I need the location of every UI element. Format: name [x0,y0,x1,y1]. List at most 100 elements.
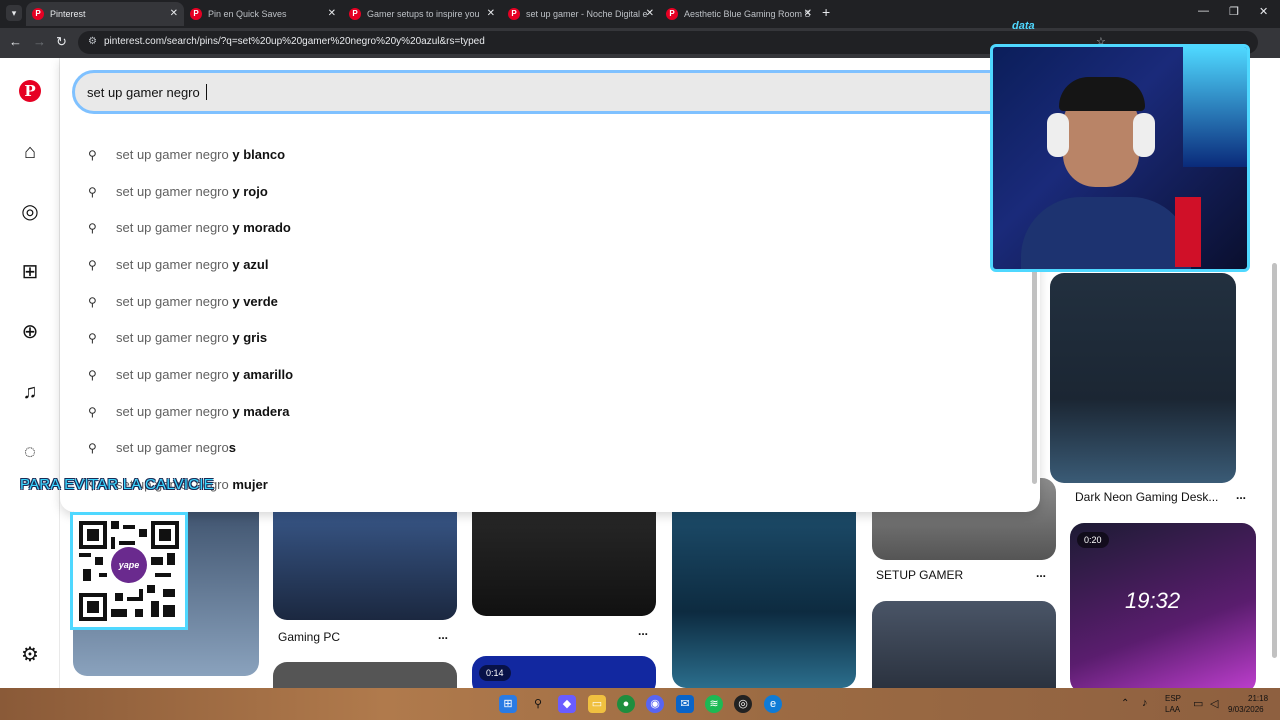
suggestion-item[interactable]: ⚲ set up gamer negro y morado [84,213,984,243]
obs-icon[interactable]: ◎ [734,695,752,713]
explore-icon[interactable]: ◎ [18,200,42,224]
suggestion-item[interactable]: ⚲ set up gamer negro y rojo [84,177,984,207]
forward-icon[interactable]: → [33,34,46,49]
tab-search-button[interactable]: ▾ [6,5,22,21]
copilot-icon[interactable]: ◆ [558,695,576,713]
headphone-right [1133,113,1155,157]
messages-icon[interactable]: ◌ [18,440,42,464]
create-icon[interactable]: ⊕ [18,320,42,344]
search-suggestions-dropdown: ⚲ set up gamer negro y blanco ⚲ set up g… [60,58,1040,512]
suggestion-item[interactable]: ⚲ set up gamer negro y gris [84,323,984,353]
search-icon: ⚲ [88,221,97,235]
mail-icon[interactable]: ✉ [676,695,694,713]
search-icon: ⚲ [88,368,97,382]
pin-title-setup-gamer[interactable]: SETUP GAMER [876,568,963,582]
tab-quick-saves[interactable]: P Pin en Quick Saves ✕ [184,2,342,26]
close-icon[interactable]: ✕ [487,2,495,26]
new-tab-button[interactable]: + [822,4,830,20]
notifications-bell-icon[interactable]: ♫ [18,380,42,404]
suggestion-item[interactable]: ⚲ set up gamer negro y blanco [84,140,984,170]
pin-image-dark-neon[interactable] [1050,273,1236,483]
tab-label: Aesthetic Blue Gaming Room S [684,9,811,19]
pin-more-button[interactable]: ... [1236,488,1246,502]
tab-set-up-gamer[interactable]: P set up gamer - Noche Digital e ✕ [502,2,660,26]
pin-image-blue-room[interactable] [672,498,856,688]
pinterest-favicon-icon: P [349,8,361,20]
home-icon[interactable]: ⌂ [18,140,42,164]
webcam-person-body [1021,197,1191,269]
tray-chevron-icon[interactable]: ⌃ [1121,698,1129,709]
search-input[interactable] [72,70,1012,114]
site-info-icon[interactable]: ⚙ [88,36,97,47]
suggestion-item[interactable]: ⚲ set up gamer negro y verde [84,287,984,317]
settings-gear-icon[interactable]: ⚙ [18,643,42,667]
suggestion-item[interactable]: ⚲ set up gamer negro y amarillo [84,360,984,390]
search-icon: ⚲ [88,441,97,455]
suggestion-item[interactable]: ⚲ set up gamer negros [84,433,984,463]
microphone-icon[interactable]: ♪ [1142,697,1148,709]
file-explorer-icon[interactable]: ▭ [588,695,606,713]
close-icon[interactable]: ✕ [170,2,178,26]
yape-logo: yape [111,547,147,583]
close-icon[interactable]: ✕ [646,2,654,26]
video-duration-badge: 0:14 [479,665,511,681]
boards-icon[interactable]: ⊞ [18,260,42,284]
suggestion-base: set up gamer negro [116,147,229,162]
page-scrollbar[interactable] [1272,263,1277,658]
minimize-icon[interactable]: — [1198,5,1209,17]
suggestion-item[interactable]: ⚲ set up gamer negro mujer [84,470,984,500]
pin-more-button[interactable]: ... [1036,566,1046,580]
pinterest-favicon-icon: P [508,8,520,20]
reload-icon[interactable]: ↻ [56,34,67,50]
clock-time[interactable]: 21:18 [1248,694,1268,703]
spotify-icon[interactable]: ≋ [705,695,723,713]
suggestion-base: set up gamer negro [116,294,229,309]
webcam-person-hair [1059,77,1145,111]
restore-icon[interactable]: ❐ [1229,5,1239,18]
network-icon[interactable]: ▭ [1193,697,1203,710]
pin-more-button[interactable]: ... [438,628,448,642]
webcam-overlay [990,44,1250,272]
taskbar-search-icon[interactable]: ⚲ [529,695,547,713]
left-nav-sidebar: P ⌂ ◎ ⊞ ⊕ ♫ ◌ ⚙ [0,58,60,688]
suggestion-completion: y amarillo [232,367,294,382]
tab-gamer-setups[interactable]: P Gamer setups to inspire you ✕ [343,2,501,26]
windows-taskbar: ⊞ ⚲ ◆ ▭ ● ◉ ✉ ≋ ◎ e ⌃ ♪ ESP LAA ▭ ◁ 21:1… [0,688,1280,720]
close-icon[interactable]: ✕ [328,2,336,26]
windows-start-icon[interactable]: ⊞ [499,695,517,713]
suggestion-base: set up gamer negro [116,184,229,199]
pin-title-dark-neon[interactable]: Dark Neon Gaming Desk... [1075,490,1218,504]
back-icon[interactable]: ← [9,34,22,49]
pin-title-gaming-pc[interactable]: Gaming PC [278,630,340,644]
search-icon: ⚲ [88,258,97,272]
pin-image-gaming-pc[interactable] [273,498,457,620]
tab-label: Pinterest [50,9,86,19]
webcam-red-light [1175,197,1201,267]
tab-aesthetic-blue[interactable]: P Aesthetic Blue Gaming Room S ✕ [660,2,818,26]
language-top[interactable]: ESP [1165,694,1181,703]
discord-icon[interactable]: ◉ [646,695,664,713]
pin-image-dark-desk[interactable] [472,498,656,616]
suggestion-item[interactable]: ⚲ set up gamer negro y azul [84,250,984,280]
pinterest-logo-icon[interactable]: P [19,80,41,102]
language-bottom[interactable]: LAA [1165,705,1180,714]
tab-label: set up gamer - Noche Digital e [526,9,648,19]
text-caret [206,84,207,100]
volume-icon[interactable]: ◁ [1210,697,1218,710]
pin-image[interactable] [273,662,457,688]
suggestion-item[interactable]: ⚲ set up gamer negro y madera [84,397,984,427]
tab-label: Pin en Quick Saves [208,9,287,19]
edge-icon[interactable]: e [764,695,782,713]
pin-more-button[interactable]: ... [638,624,648,638]
chrome-icon[interactable]: ● [617,695,635,713]
url-text: pinterest.com/search/pins/?q=set%20up%20… [104,36,485,47]
yape-qr-code: yape [70,512,188,630]
clock-date[interactable]: 9/03/2026 [1228,705,1264,714]
suggestion-completion: y blanco [232,147,286,162]
window-close-icon[interactable]: ✕ [1259,5,1268,18]
pin-image[interactable] [872,601,1056,688]
close-icon[interactable]: ✕ [804,2,812,26]
webcam-background-light [1183,47,1247,167]
headphone-left [1047,113,1069,157]
tab-pinterest[interactable]: P Pinterest ✕ [26,2,184,26]
